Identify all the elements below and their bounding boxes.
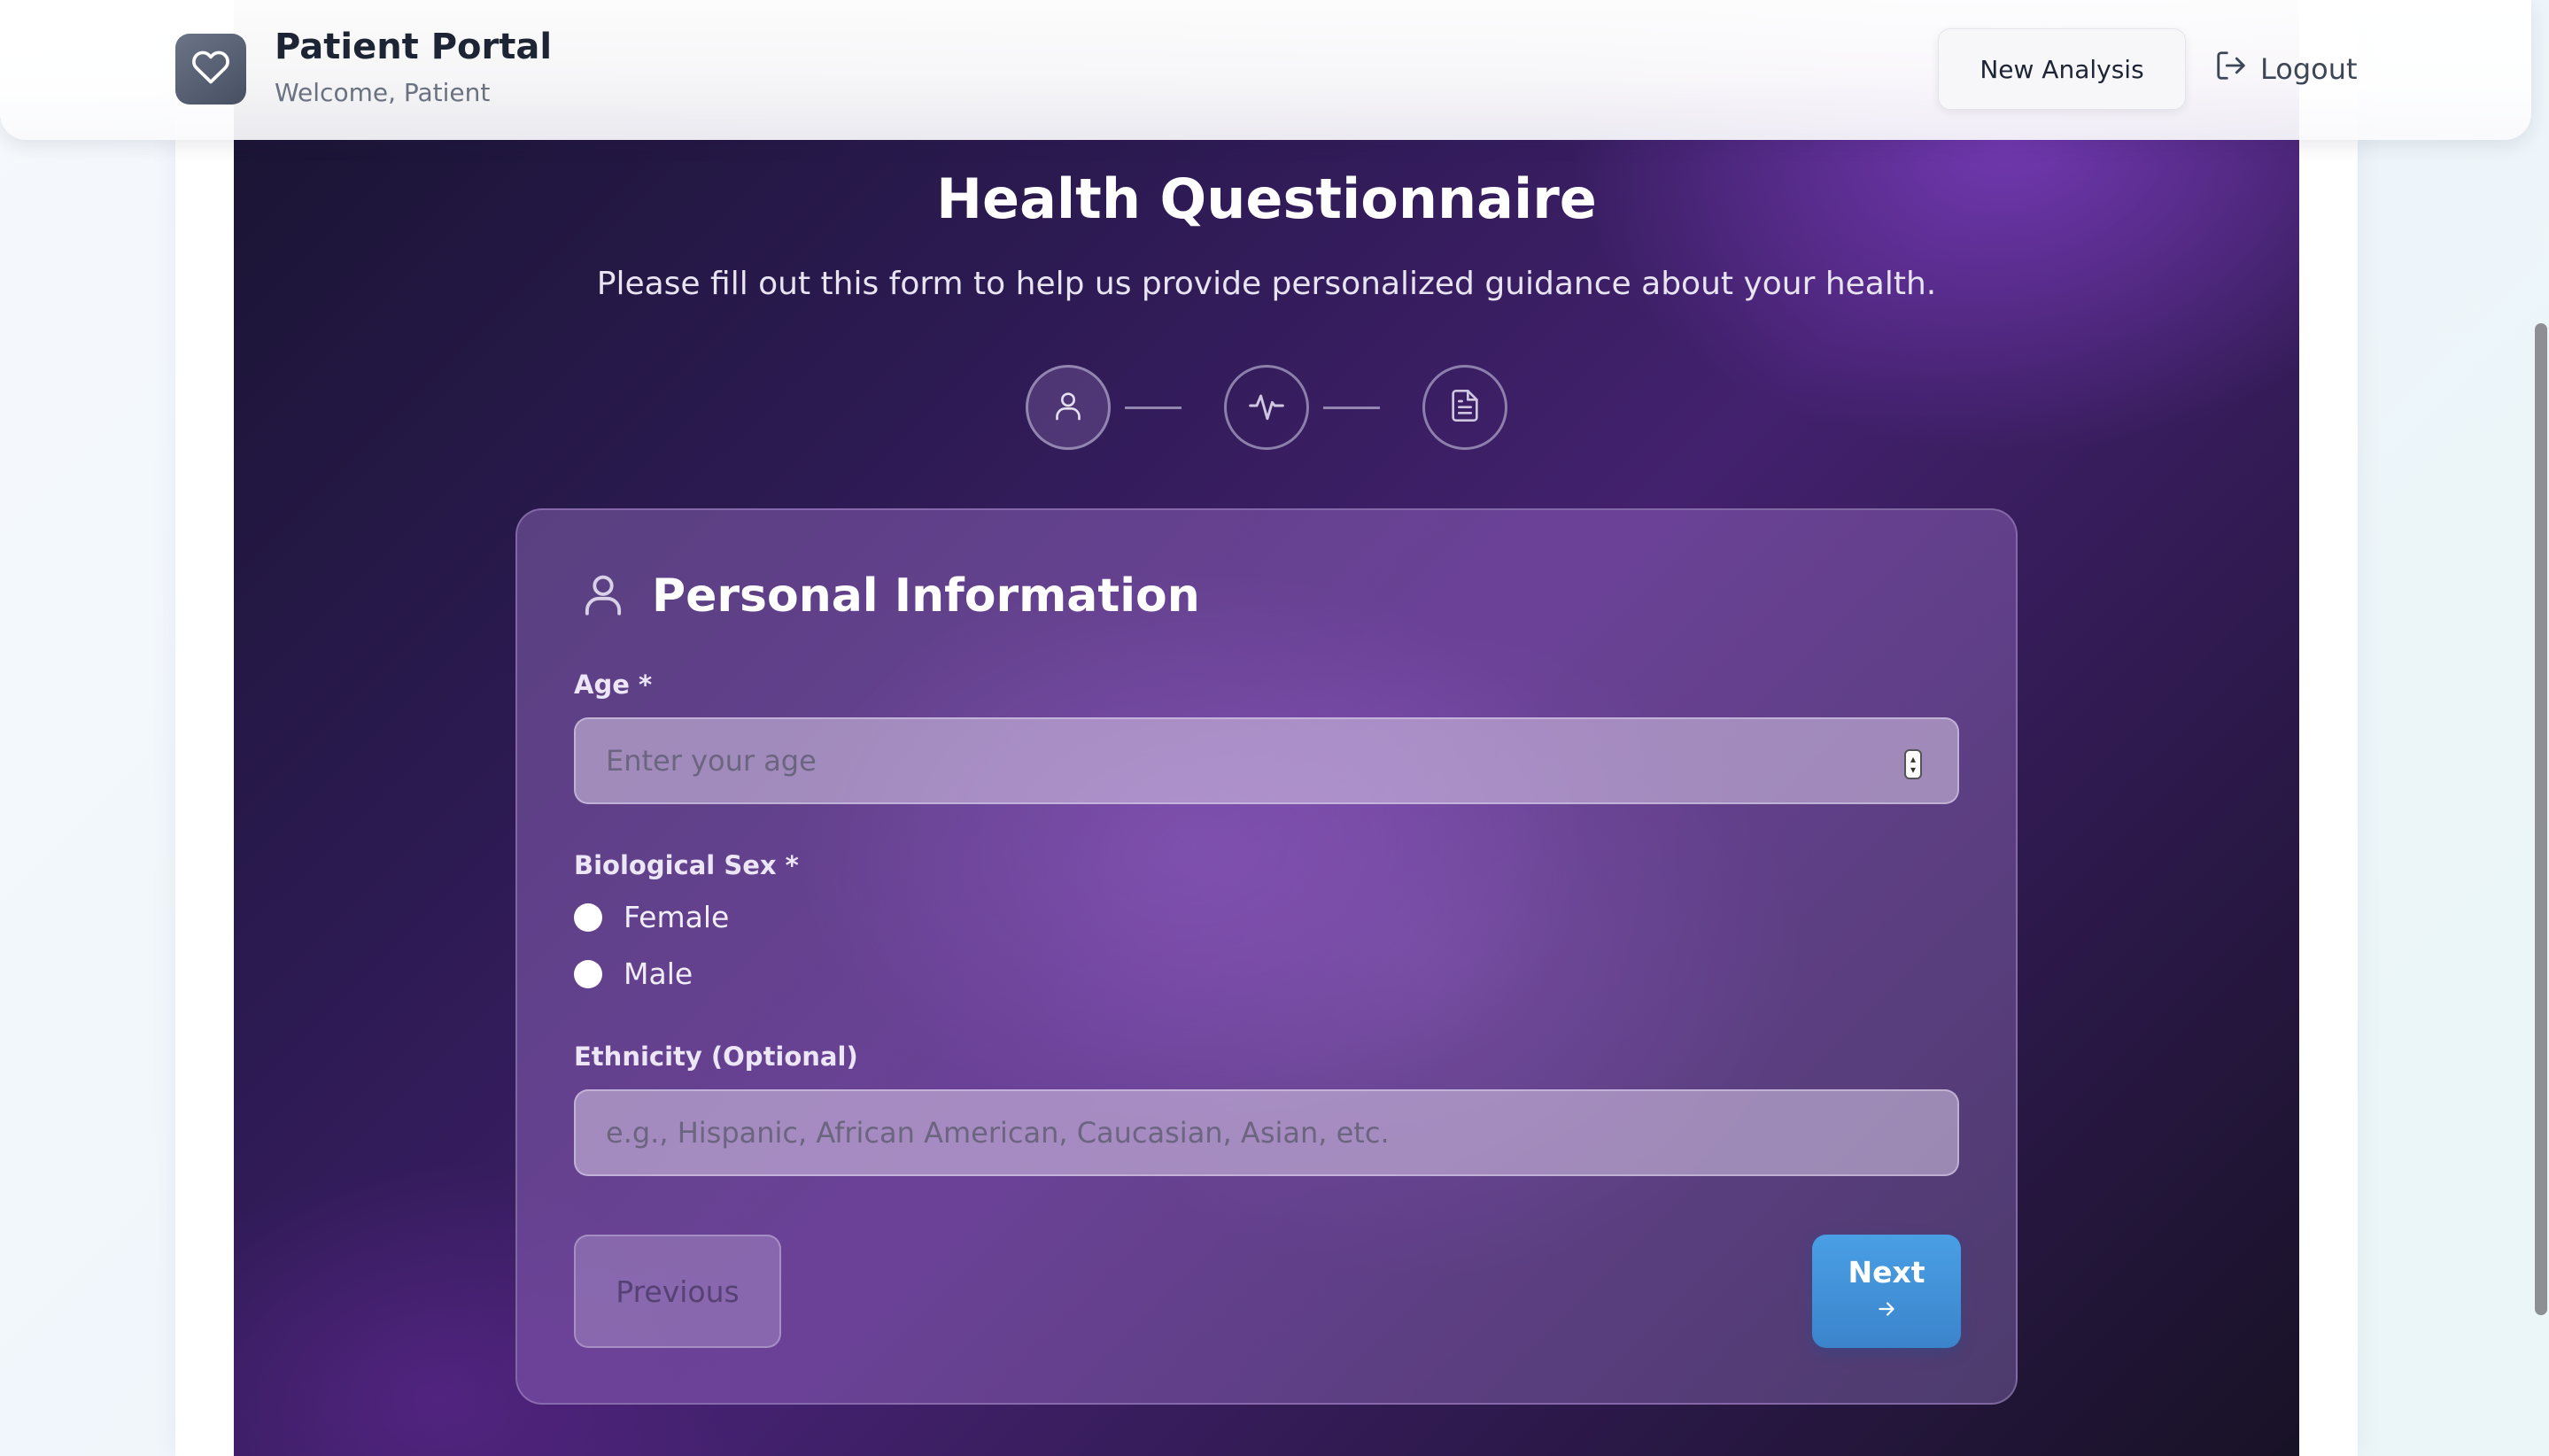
step-review[interactable] — [1422, 365, 1507, 450]
user-icon — [1050, 388, 1086, 427]
age-stepper[interactable]: ▴ ▾ — [1904, 749, 1922, 779]
step-health-info[interactable] — [1224, 365, 1309, 450]
page-description: Please fill out this form to help us pro… — [596, 266, 1937, 302]
arrow-right-icon — [1875, 1293, 1898, 1328]
logout-button[interactable]: Logout — [2214, 44, 2358, 94]
scrollbar-thumb[interactable] — [2535, 323, 2547, 1315]
radio-button[interactable] — [574, 902, 602, 932]
step-personal-info[interactable] — [1026, 365, 1111, 450]
welcome-text: Welcome, Patient — [275, 78, 491, 107]
page-title: Health Questionnaire — [936, 167, 1597, 231]
activity-icon — [1247, 386, 1286, 429]
document-icon — [1447, 388, 1483, 427]
ethnicity-input[interactable] — [574, 1089, 1959, 1176]
questionnaire-hero: Health Questionnaire Please fill out thi… — [234, 0, 2299, 1456]
step-connector — [1323, 407, 1380, 409]
biological-sex-label: Biological Sex * — [574, 850, 799, 880]
radio-female[interactable]: Female — [574, 900, 729, 934]
logout-icon — [2214, 49, 2248, 89]
personal-info-card: Personal Information Age * ▴▾ Biological… — [515, 508, 2018, 1405]
radio-male[interactable]: Male — [574, 956, 693, 991]
card-header: Personal Information — [577, 569, 1200, 623]
top-header: Patient Portal Welcome, Patient New Anal… — [0, 0, 2531, 140]
ethnicity-label: Ethnicity (Optional) — [574, 1042, 858, 1072]
age-label: Age * — [574, 670, 653, 700]
radio-label-female: Female — [624, 900, 730, 934]
radio-button[interactable] — [574, 959, 602, 988]
previous-button[interactable]: Previous — [574, 1235, 781, 1348]
step-connector — [1125, 407, 1182, 409]
logout-label: Logout — [2260, 52, 2358, 86]
section-title: Personal Information — [652, 569, 1200, 623]
new-analysis-button[interactable]: New Analysis — [1938, 28, 2186, 110]
radio-label-male: Male — [624, 956, 693, 991]
age-input[interactable] — [574, 717, 1959, 804]
portal-title: Patient Portal — [275, 27, 553, 67]
heart-icon — [191, 48, 230, 90]
user-icon — [577, 569, 629, 623]
next-button-label: Next — [1848, 1255, 1925, 1289]
portal-logo — [175, 34, 246, 105]
next-button[interactable]: Next — [1812, 1235, 1961, 1348]
